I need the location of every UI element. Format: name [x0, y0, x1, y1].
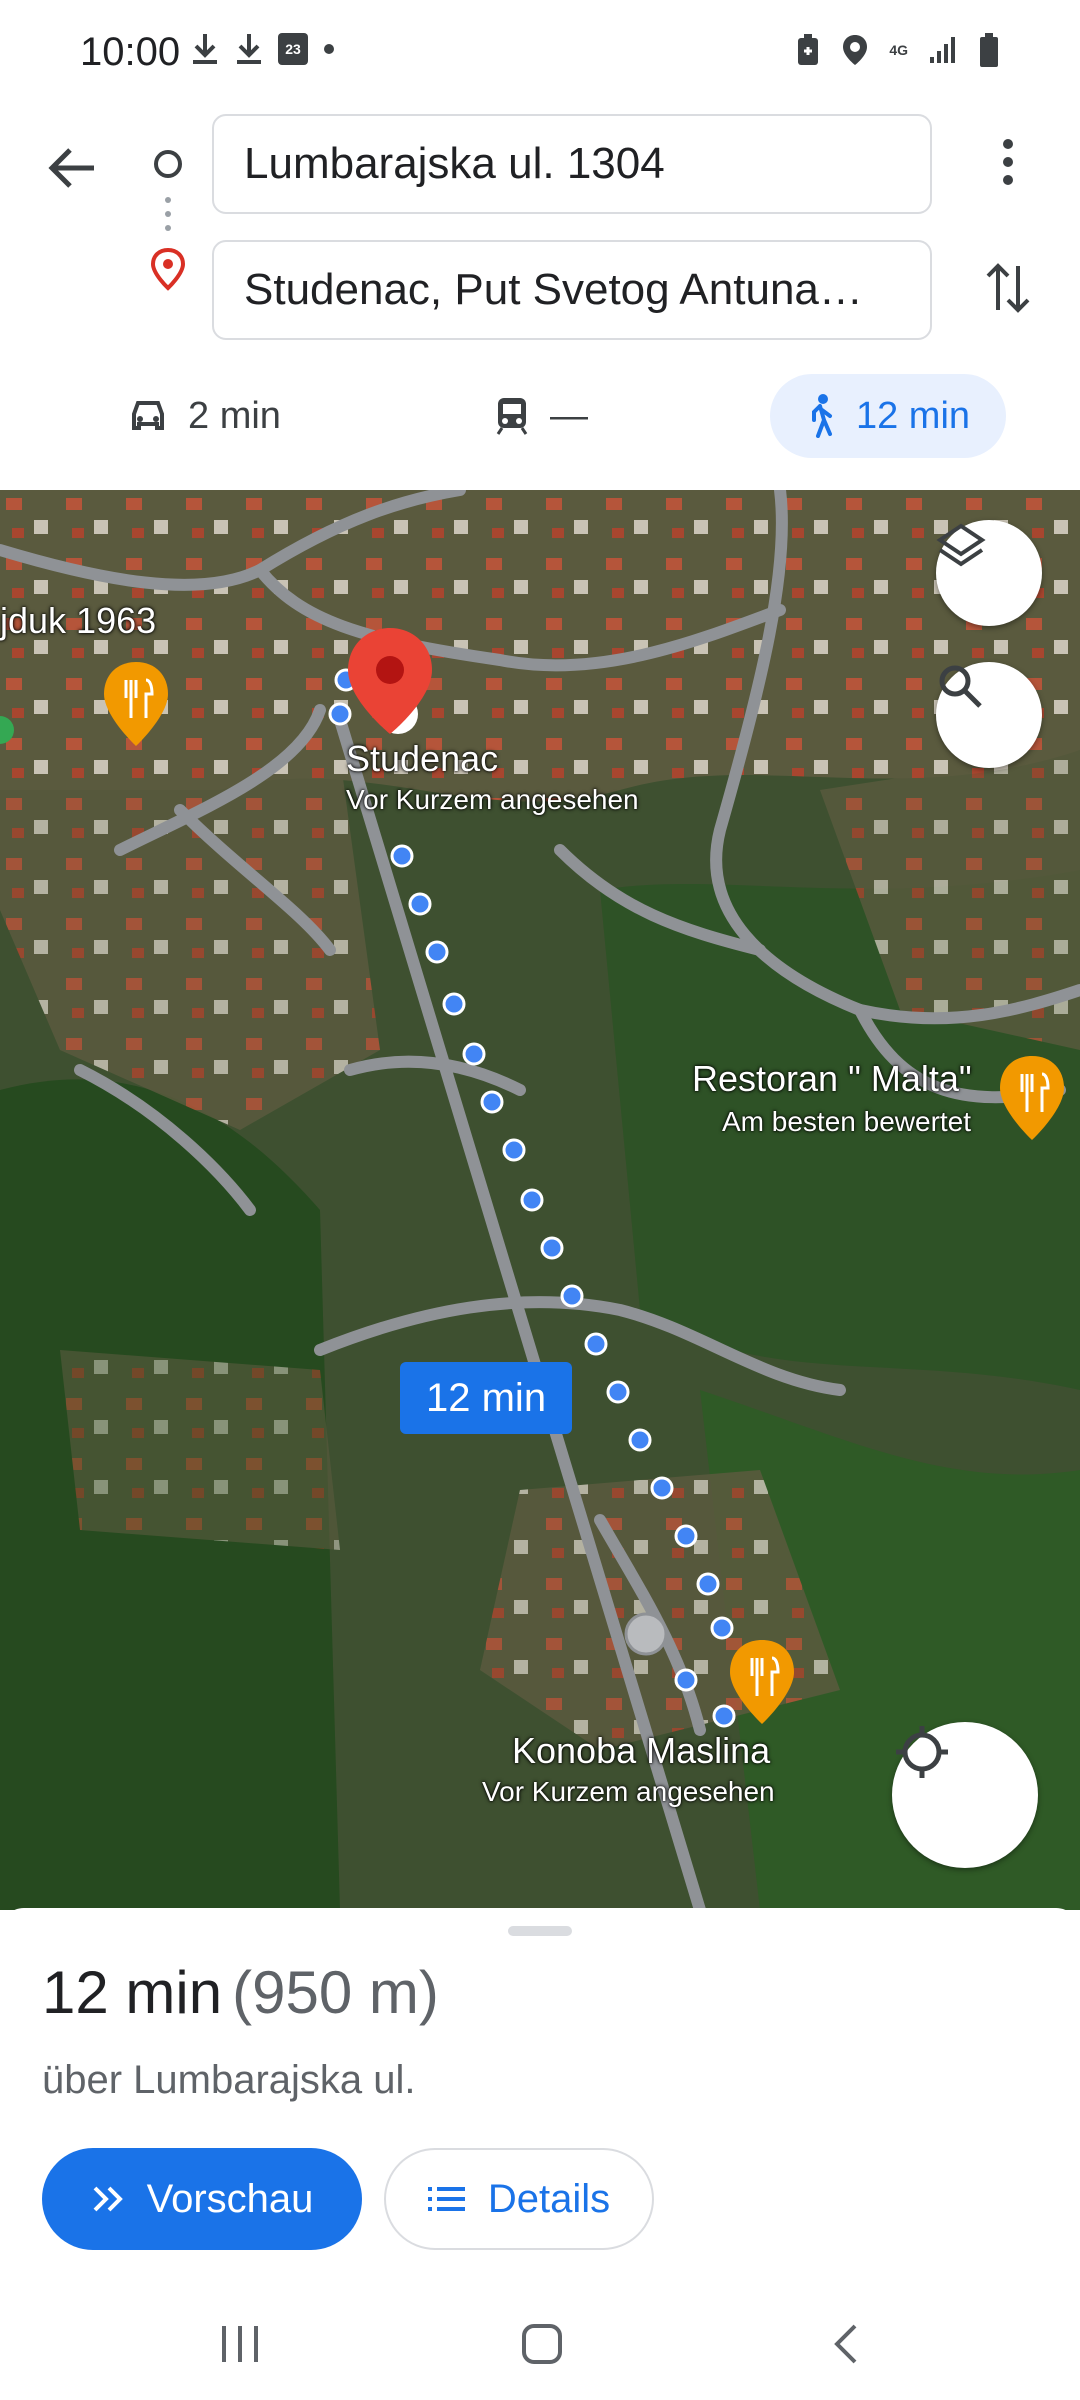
back-button[interactable] [44, 140, 100, 196]
origin-circle-icon [154, 150, 182, 178]
poi-label-konoba[interactable]: Konoba Maslina [512, 1730, 770, 1772]
mode-transit[interactable]: — [494, 374, 588, 458]
list-icon [427, 2187, 465, 2211]
layers-button[interactable] [936, 520, 1042, 626]
notification-icons: 23 [190, 32, 336, 66]
chevron-left-icon [834, 2324, 857, 2364]
my-location-icon [896, 1726, 948, 1778]
signal-icon [930, 37, 955, 63]
dot-icon [324, 44, 334, 54]
search-button[interactable] [936, 662, 1042, 768]
arrow-back-icon [48, 148, 94, 188]
destination-field[interactable]: Studenac, Put Svetog Antuna… [212, 240, 932, 340]
preview-label: Vorschau [146, 2176, 314, 2221]
home-icon [522, 2324, 562, 2364]
mode-walk-label: 12 min [855, 394, 971, 437]
route-distance: (950 m) [232, 1959, 439, 2026]
battery-icon [980, 33, 998, 67]
battery-saver-icon [798, 34, 819, 65]
recents-button[interactable] [200, 2314, 280, 2374]
directions-header: Lumbarajska ul. 1304 Studenac, Put Sveto… [0, 110, 1080, 490]
mode-walk[interactable]: 12 min [770, 374, 1006, 458]
route-via: über Lumbarajska ul. [42, 2058, 416, 2102]
double-chevron-icon [93, 2186, 123, 2212]
drag-handle[interactable] [508, 1926, 572, 1936]
swap-vert-icon [986, 263, 1030, 313]
travel-modes: 2 min — 12 min [0, 374, 1080, 464]
train-icon [496, 398, 528, 435]
destination-sublabel: Vor Kurzem angesehen [346, 784, 639, 815]
system-icons: 4G [795, 32, 1000, 68]
search-icon [939, 665, 982, 708]
preview-button[interactable]: Vorschau [42, 2148, 362, 2250]
mode-transit-label: — [550, 394, 588, 437]
system-nav-bar [0, 2286, 1080, 2400]
poi-sublabel-konoba: Vor Kurzem angesehen [482, 1776, 775, 1807]
my-location-button[interactable] [892, 1722, 1038, 1868]
route-duration: 12 min [42, 1959, 223, 2026]
recents-icon [222, 2326, 258, 2362]
layers-icon [936, 523, 986, 567]
back-nav-button[interactable] [806, 2314, 886, 2374]
swap-button[interactable] [976, 256, 1040, 320]
mode-drive-label: 2 min [188, 394, 281, 437]
route-summary: 12 min (950 m) [42, 1958, 439, 2027]
home-button[interactable] [502, 2314, 582, 2374]
route-summary-sheet[interactable]: 12 min (950 m) über Lumbarajska ul. Vorsc… [0, 1908, 1080, 2286]
status-bar: 10:00 23 4G [0, 0, 1080, 110]
satellite-map [0, 490, 1080, 1910]
details-button[interactable]: Details [384, 2148, 654, 2250]
details-label: Details [487, 2176, 611, 2221]
poi-sublabel-malta: Am besten bewertet [722, 1106, 972, 1137]
location-icon [843, 35, 868, 65]
calendar-day: 23 [285, 41, 301, 57]
map-view[interactable]: jduk 1963 Studenac Vor Kurzem angesehen … [0, 490, 1080, 1910]
origin-field[interactable]: Lumbarajska ul. 1304 [212, 114, 932, 214]
calendar-icon: 23 [278, 33, 308, 65]
car-icon [132, 401, 164, 430]
download-icon [193, 34, 217, 64]
poi-label-hajduk[interactable]: jduk 1963 [0, 600, 156, 642]
destination-label[interactable]: Studenac [346, 738, 498, 780]
walk-icon [811, 394, 832, 438]
status-time: 10:00 [80, 30, 181, 74]
route-connector [150, 150, 186, 291]
start-point [624, 1612, 668, 1656]
more-options-button[interactable] [980, 130, 1036, 194]
poi-label-malta[interactable]: Restoran " Malta" [692, 1058, 972, 1100]
route-duration-chip[interactable]: 12 min [400, 1362, 573, 1434]
network-4g-icon: 4G [889, 42, 908, 58]
download-icon [237, 34, 261, 64]
mode-drive[interactable]: 2 min [128, 374, 281, 458]
more-vert-icon [1003, 139, 1013, 185]
